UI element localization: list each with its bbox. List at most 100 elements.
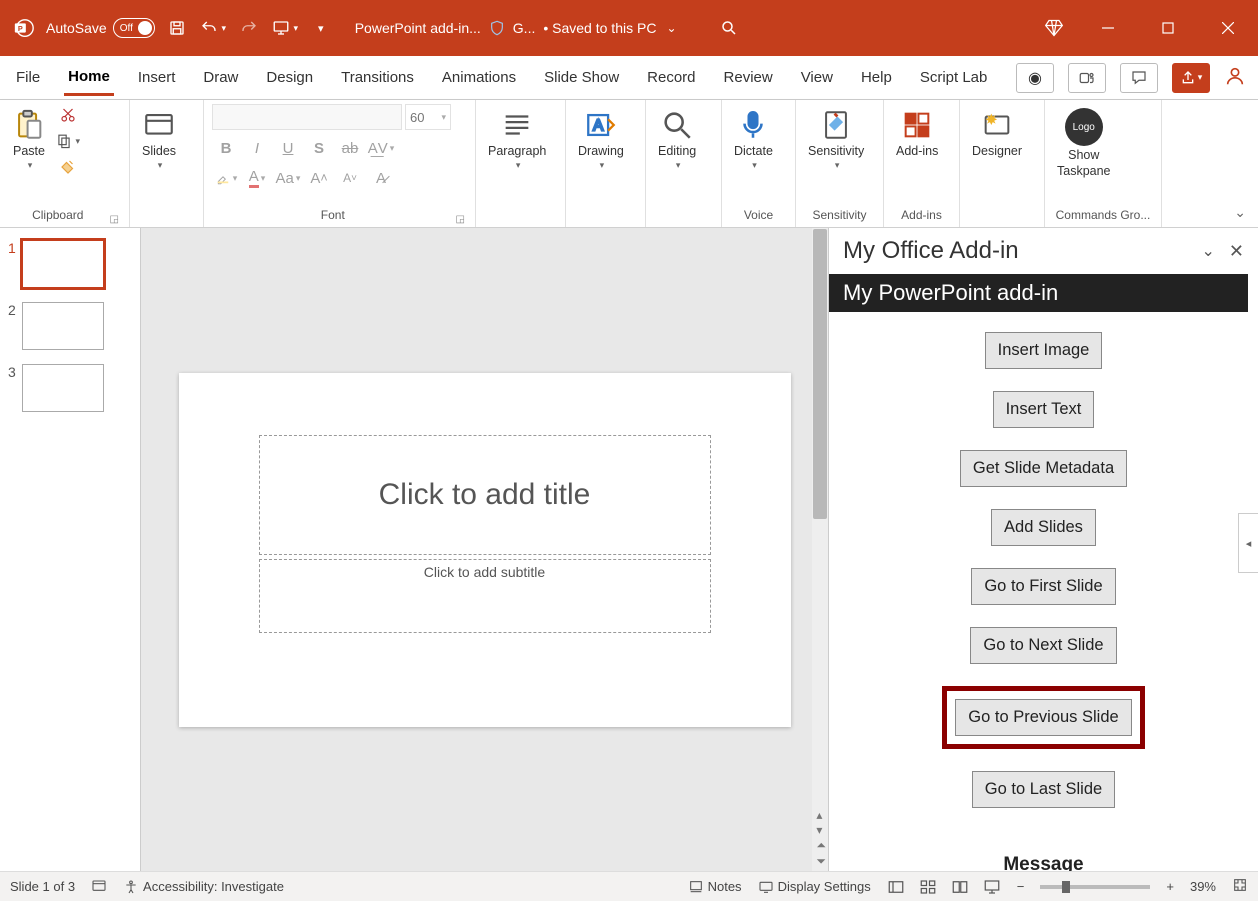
show-taskpane-button[interactable]: Logo Show Taskpane — [1053, 104, 1115, 182]
zoom-in-button[interactable]: + — [1166, 879, 1174, 894]
taskpane-message-heading: Message — [1003, 854, 1083, 871]
slide-counter[interactable]: Slide 1 of 3 — [10, 879, 75, 894]
tab-help[interactable]: Help — [857, 61, 896, 94]
copy-icon[interactable]: ▾ — [56, 130, 80, 152]
accessibility-status[interactable]: Accessibility: Investigate — [123, 879, 284, 895]
tab-record[interactable]: Record — [643, 61, 699, 94]
save-icon[interactable] — [163, 14, 191, 42]
tab-slide-show[interactable]: Slide Show — [540, 61, 623, 94]
comments-button[interactable] — [1120, 63, 1158, 93]
highlight-button[interactable]: ▾ — [212, 166, 240, 190]
font-family-combo[interactable] — [212, 104, 402, 130]
shadow-button[interactable]: S — [305, 136, 333, 160]
taskpane-btn-insert-image[interactable]: Insert Image — [985, 332, 1103, 369]
record-button[interactable]: ◉ — [1016, 63, 1054, 93]
clipboard-launcher-icon[interactable]: ◲ — [108, 214, 121, 225]
shield-text: G... — [513, 20, 536, 36]
taskpane-btn-insert-text[interactable]: Insert Text — [993, 391, 1095, 428]
tab-view[interactable]: View — [797, 61, 837, 94]
sorter-view-icon[interactable] — [919, 878, 937, 896]
editing-button[interactable]: Editing▾ — [654, 104, 700, 175]
drawing-button[interactable]: A Drawing▾ — [574, 104, 628, 175]
font-size-combo[interactable]: 60▾ — [405, 104, 451, 130]
close-button[interactable] — [1208, 8, 1248, 48]
zoom-slider[interactable] — [1040, 885, 1150, 889]
svg-text:A: A — [593, 118, 604, 135]
minimize-button[interactable] — [1088, 8, 1128, 48]
tab-file[interactable]: File — [12, 61, 44, 94]
italic-button[interactable]: I — [243, 136, 271, 160]
account-icon[interactable] — [1224, 65, 1246, 91]
slide[interactable]: Click to add title Click to add subtitle — [179, 373, 791, 727]
maximize-button[interactable] — [1148, 8, 1188, 48]
tab-review[interactable]: Review — [720, 61, 777, 94]
zoom-out-button[interactable]: − — [1017, 879, 1025, 894]
zoom-percent[interactable]: 39% — [1190, 879, 1216, 894]
taskpane-menu-icon[interactable]: ⌄ — [1202, 241, 1215, 261]
share-button[interactable]: ▾ — [1172, 63, 1210, 93]
svg-text:P: P — [18, 24, 23, 33]
slides-button[interactable]: Slides▾ — [138, 104, 180, 175]
shrink-font-button[interactable]: A˅ — [336, 166, 364, 190]
grow-font-button[interactable]: A˄ — [305, 166, 333, 190]
taskpane-btn-go-to-next-slide[interactable]: Go to Next Slide — [970, 627, 1116, 664]
document-title: PowerPoint add-in... — [355, 20, 481, 36]
taskpane-collapse-icon[interactable]: ◂ — [1238, 513, 1258, 573]
reading-view-icon[interactable] — [951, 878, 969, 896]
format-painter-icon[interactable] — [56, 156, 80, 178]
strike-button[interactable]: ab — [336, 136, 364, 160]
paragraph-button[interactable]: Paragraph▾ — [484, 104, 550, 175]
dictate-button[interactable]: Dictate▾ — [730, 104, 777, 175]
char-spacing-button[interactable]: A͟V▾ — [367, 136, 395, 160]
present-icon[interactable]: ▾ — [271, 14, 299, 42]
underline-button[interactable]: U — [274, 136, 302, 160]
cut-icon[interactable] — [56, 104, 80, 126]
search-icon[interactable] — [715, 14, 743, 42]
font-color-button[interactable]: A▾ — [243, 166, 271, 190]
designer-button[interactable]: Designer — [968, 104, 1026, 162]
paste-button[interactable]: Paste▾ — [8, 104, 50, 175]
addins-button[interactable]: Add-ins — [892, 104, 942, 162]
redo-icon[interactable] — [235, 14, 263, 42]
taskpane-btn-go-to-last-slide[interactable]: Go to Last Slide — [972, 771, 1115, 808]
tab-draw[interactable]: Draw — [199, 61, 242, 94]
taskpane-btn-go-to-previous-slide[interactable]: Go to Previous Slide — [955, 699, 1131, 736]
thumbnail-1[interactable]: 1 — [8, 240, 132, 288]
tab-script-lab[interactable]: Script Lab — [916, 61, 992, 94]
thumbnail-2[interactable]: 2 — [8, 302, 132, 350]
notes-button[interactable]: Notes — [688, 879, 742, 895]
vertical-scrollbar[interactable]: ▴▾⏶⏷ — [812, 228, 828, 871]
language-icon[interactable] — [91, 877, 107, 896]
qat-customize-icon[interactable]: ▾ — [307, 14, 335, 42]
taskpane-close-icon[interactable]: ✕ — [1229, 241, 1244, 262]
app-icon: P — [10, 14, 38, 42]
taskpane-btn-go-to-first-slide[interactable]: Go to First Slide — [971, 568, 1115, 605]
change-case-button[interactable]: Aa▾ — [274, 166, 302, 190]
normal-view-icon[interactable] — [887, 878, 905, 896]
save-status-chevron-icon[interactable]: ⌄ — [666, 21, 676, 35]
sensitivity-button[interactable]: Sensitivity▾ — [804, 104, 868, 175]
thumbnail-3[interactable]: 3 — [8, 364, 132, 412]
tab-transitions[interactable]: Transitions — [337, 61, 418, 94]
clear-format-button[interactable]: A̷ — [367, 166, 395, 190]
font-launcher-icon[interactable]: ◲ — [454, 214, 467, 225]
title-placeholder[interactable]: Click to add title — [259, 435, 711, 555]
bold-button[interactable]: B — [212, 136, 240, 160]
tab-insert[interactable]: Insert — [134, 61, 180, 94]
undo-icon[interactable]: ▾ — [199, 14, 227, 42]
display-settings-button[interactable]: Display Settings — [758, 879, 871, 895]
slideshow-view-icon[interactable] — [983, 878, 1001, 896]
tab-home[interactable]: Home — [64, 60, 114, 96]
taskpane-btn-get-slide-metadata[interactable]: Get Slide Metadata — [960, 450, 1127, 487]
autosave-toggle[interactable]: AutoSave Off — [46, 18, 155, 38]
tab-animations[interactable]: Animations — [438, 61, 520, 94]
slide-canvas[interactable]: Click to add title Click to add subtitle… — [140, 228, 828, 871]
tab-design[interactable]: Design — [262, 61, 317, 94]
subtitle-placeholder[interactable]: Click to add subtitle — [259, 559, 711, 633]
taskpane-btn-add-slides[interactable]: Add Slides — [991, 509, 1096, 546]
fit-to-window-icon[interactable] — [1232, 877, 1248, 896]
ribbon-collapse-icon[interactable]: ⌄ — [1234, 204, 1246, 221]
taskpane-heading: My PowerPoint add-in — [829, 274, 1248, 312]
diamond-icon[interactable] — [1040, 14, 1068, 42]
teams-button[interactable] — [1068, 63, 1106, 93]
